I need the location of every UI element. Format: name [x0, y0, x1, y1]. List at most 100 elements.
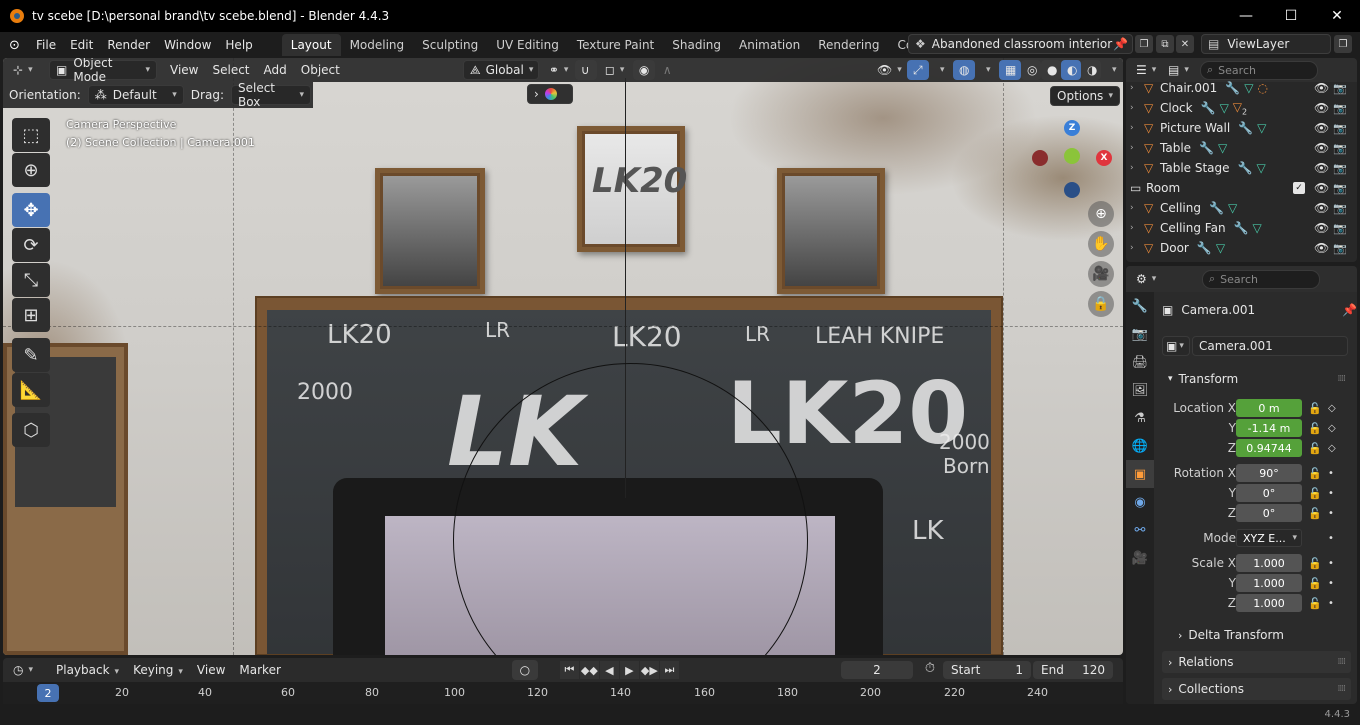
- overlay-toggle-icon[interactable]: ◍: [953, 60, 975, 80]
- scene-selector[interactable]: ❖ Abandoned classroom interior 📌: [908, 34, 1133, 54]
- outliner-row-picture-wall[interactable]: › ▽ Picture Wall 🔧 ▽ 👁 📷: [1126, 118, 1357, 138]
- collapse-sidebar-button[interactable]: ›: [527, 84, 573, 104]
- timeline-menu-playback[interactable]: Playback ▾: [49, 663, 126, 677]
- tool-tab-icon[interactable]: 🔧: [1126, 292, 1154, 320]
- rotate-tool-icon[interactable]: ⟳: [12, 228, 50, 262]
- collections-panel-header[interactable]: › Collections ⁞⁞⁞⁞: [1162, 678, 1351, 700]
- visibility-eye-icon[interactable]: 👁: [1314, 221, 1329, 235]
- menu-help[interactable]: Help: [218, 34, 259, 56]
- lock-icon[interactable]: 🔓: [1308, 402, 1322, 415]
- timeline-ruler[interactable]: 2 20 40 60 80 100 120 140 160 180 200 22…: [3, 682, 1123, 704]
- stopwatch-icon[interactable]: ⏱: [921, 661, 939, 679]
- current-frame-field[interactable]: 2: [841, 661, 913, 679]
- keyframe-dot-icon[interactable]: •: [1328, 533, 1334, 544]
- keyframe-dot-icon[interactable]: •: [1328, 488, 1334, 499]
- add-cube-tool-icon[interactable]: ⬡: [12, 413, 50, 447]
- move-tool-icon[interactable]: ✥: [12, 193, 50, 227]
- keyframe-dot-icon[interactable]: •: [1328, 598, 1334, 609]
- tab-texture-paint[interactable]: Texture Paint: [568, 34, 663, 56]
- render-camera-icon[interactable]: 📷: [1333, 242, 1347, 255]
- lock-icon[interactable]: 🔓: [1308, 577, 1322, 590]
- pan-hand-icon[interactable]: ✋: [1088, 231, 1114, 257]
- tab-uv-editing[interactable]: UV Editing: [487, 34, 568, 56]
- editor-type-button[interactable]: ⊹ ▾: [7, 60, 45, 80]
- render-camera-icon[interactable]: 📷: [1333, 102, 1347, 115]
- object-name-field[interactable]: Camera.001: [1192, 336, 1348, 356]
- rotation-mode-dropdown[interactable]: XYZ E... ▾: [1236, 529, 1302, 547]
- render-camera-icon[interactable]: 📷: [1333, 82, 1347, 95]
- visibility-eye-icon[interactable]: 👁: [1314, 201, 1329, 215]
- new-view-layer-icon[interactable]: ❐: [1334, 35, 1352, 53]
- visibility-eye-icon[interactable]: 👁: [1314, 241, 1329, 255]
- expand-icon[interactable]: ›: [1130, 243, 1144, 253]
- menu-render[interactable]: Render: [100, 34, 157, 56]
- measure-tool-icon[interactable]: 📐: [12, 373, 50, 407]
- outliner-row-door[interactable]: › ▽ Door 🔧 ▽ 👁 📷: [1126, 238, 1357, 258]
- tab-animation[interactable]: Animation: [730, 34, 809, 56]
- jump-end-icon[interactable]: ⏭: [659, 661, 679, 679]
- new-scene-icon[interactable]: ❐: [1135, 35, 1153, 53]
- gizmo-toggle-icon[interactable]: ⤢: [907, 60, 929, 80]
- pin-icon[interactable]: 📌: [1342, 303, 1357, 317]
- outliner-row-clock[interactable]: › ▽ Clock 🔧 ▽ ▽2 👁 📷: [1126, 98, 1357, 118]
- viewport-menu-view[interactable]: View: [163, 63, 205, 77]
- keyframe-dot-icon[interactable]: •: [1328, 578, 1334, 589]
- lock-icon[interactable]: 🔓: [1308, 467, 1322, 480]
- gizmo-dropdown-icon[interactable]: ▾: [929, 60, 947, 80]
- viewport-menu-object[interactable]: Object: [294, 63, 347, 77]
- display-mode-icon[interactable]: ▤ ▾: [1162, 60, 1194, 80]
- auto-keying-icon[interactable]: ○: [511, 660, 538, 680]
- outliner-row-room-collection[interactable]: ▭ Room ✓ 👁 📷: [1126, 178, 1357, 198]
- expand-icon[interactable]: ›: [1130, 83, 1144, 93]
- constraints-tab-icon[interactable]: ⚯: [1126, 516, 1154, 544]
- keyframe-icon[interactable]: ◇: [1328, 403, 1336, 414]
- object-tab-icon[interactable]: ▣: [1126, 460, 1154, 488]
- jump-start-icon[interactable]: ⏮: [559, 661, 579, 679]
- camera-data-tab-icon[interactable]: 🎥: [1126, 544, 1154, 572]
- orientation-dropdown[interactable]: ⁂ Default ▾: [87, 85, 184, 105]
- xray-icon[interactable]: ▦: [999, 60, 1021, 80]
- close-button[interactable]: ✕: [1314, 0, 1360, 32]
- lock-icon[interactable]: 🔓: [1308, 597, 1322, 610]
- material-shading-icon[interactable]: ◐: [1061, 60, 1081, 80]
- relations-panel-header[interactable]: › Relations ⁞⁞⁞⁞: [1162, 651, 1351, 673]
- play-icon[interactable]: ▶: [619, 661, 639, 679]
- pin-icon[interactable]: 📌: [1113, 37, 1128, 51]
- expand-icon[interactable]: ›: [1130, 223, 1144, 233]
- keyframe-dot-icon[interactable]: •: [1328, 468, 1334, 479]
- expand-icon[interactable]: ›: [1130, 123, 1144, 133]
- outliner-search-input[interactable]: ⌕ Search: [1200, 60, 1318, 80]
- outliner-editor-icon[interactable]: ☰ ▾: [1130, 60, 1162, 80]
- view-layer-selector[interactable]: ▤ ViewLayer: [1201, 34, 1331, 54]
- maximize-button[interactable]: ☐: [1268, 0, 1314, 32]
- lock-icon[interactable]: 🔓: [1308, 487, 1322, 500]
- expand-icon[interactable]: ›: [1130, 143, 1144, 153]
- 3d-viewport[interactable]: LK20 LK20 LR LK20 LR LEAH KNIPE LK LK20 …: [3, 58, 1123, 655]
- keyframe-icon[interactable]: ◇: [1328, 443, 1336, 454]
- tab-rendering[interactable]: Rendering: [809, 34, 888, 56]
- scale-tool-icon[interactable]: ⤡: [12, 263, 50, 297]
- visibility-eye-icon[interactable]: 👁: [1314, 181, 1329, 195]
- mode-dropdown[interactable]: ▣ Object Mode ▾: [49, 58, 157, 84]
- scale-y-field[interactable]: 1.000: [1236, 574, 1302, 592]
- location-z-field[interactable]: 0.94744: [1236, 439, 1302, 457]
- annotate-tool-icon[interactable]: ✎: [12, 338, 50, 372]
- scale-z-field[interactable]: 1.000: [1236, 594, 1302, 612]
- keyframe-icon[interactable]: ◇: [1328, 423, 1336, 434]
- lock-icon[interactable]: 🔓: [1308, 507, 1322, 520]
- timeline-menu-view[interactable]: View: [190, 663, 232, 677]
- visibility-eye-icon[interactable]: 👁: [1314, 161, 1329, 175]
- viewport-menu-add[interactable]: Add: [257, 63, 294, 77]
- viewport-menu-select[interactable]: Select: [205, 63, 256, 77]
- blender-menu-icon[interactable]: ⊙: [9, 38, 29, 53]
- outliner-row-celling[interactable]: › ▽ Celling 🔧 ▽ 👁 📷: [1126, 198, 1357, 218]
- visibility-eye-icon[interactable]: 👁: [1314, 141, 1329, 155]
- expand-icon[interactable]: ›: [1130, 103, 1144, 113]
- drag-dropdown[interactable]: Select Box ▾: [230, 81, 311, 109]
- lock-camera-icon[interactable]: 🔒: [1088, 291, 1114, 317]
- gizmo-z-axis[interactable]: Z: [1064, 120, 1080, 136]
- menu-window[interactable]: Window: [157, 34, 218, 56]
- render-camera-icon[interactable]: 📷: [1333, 202, 1347, 215]
- zoom-icon[interactable]: ⊕: [1088, 201, 1114, 227]
- location-y-field[interactable]: -1.14 m: [1236, 419, 1302, 437]
